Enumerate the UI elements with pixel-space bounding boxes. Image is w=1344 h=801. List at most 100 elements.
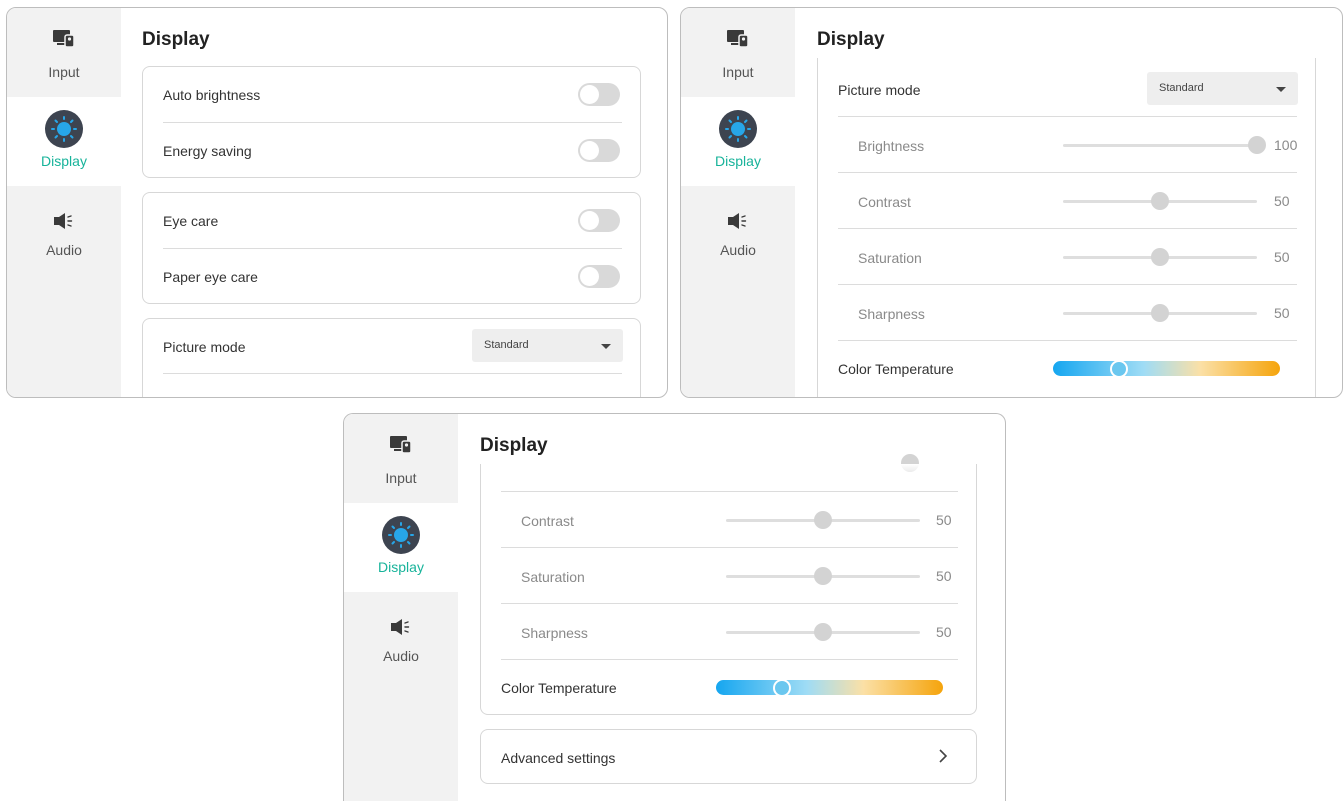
settings-panel-1: Input Display Audio Display Auto brightn… (6, 7, 668, 398)
sharpness-slider-knob[interactable] (814, 623, 832, 641)
picture-card: Picture mode Standard Brightness 100 Con… (817, 58, 1316, 397)
page-title: Display (142, 29, 210, 50)
eye-care-card: Eye care Paper eye care (142, 192, 641, 304)
saturation-value: 50 (936, 568, 952, 584)
speaker-icon (7, 213, 121, 229)
contrast-label: Contrast (858, 194, 911, 210)
saturation-label: Saturation (858, 250, 922, 266)
saturation-slider-knob[interactable] (1151, 248, 1169, 266)
advanced-settings-row[interactable]: Advanced settings (480, 729, 977, 784)
sidebar-item-audio[interactable]: Audio (681, 186, 795, 275)
brightness-slider[interactable] (1063, 144, 1257, 147)
divider (838, 172, 1297, 173)
picture-mode-value: Standard (1159, 82, 1204, 94)
contrast-value: 50 (936, 512, 952, 528)
sidebar-item-label: Audio (720, 242, 756, 258)
energy-saving-toggle[interactable] (578, 139, 620, 162)
picture-card: Contrast 50 Saturation 50 Sharpness 50 C… (480, 454, 977, 715)
display-brightness-icon (7, 110, 121, 148)
display-brightness-icon (344, 516, 458, 554)
divider (163, 122, 622, 123)
picture-mode-select[interactable]: Standard (472, 329, 623, 362)
sidebar-item-label: Display (41, 153, 87, 169)
sidebar-item-audio[interactable]: Audio (344, 592, 458, 681)
color-temperature-knob[interactable] (773, 678, 791, 697)
sharpness-label: Sharpness (521, 625, 588, 641)
brightness-slider-knob[interactable] (1248, 136, 1266, 154)
sidebar-item-label: Input (48, 64, 80, 80)
sidebar-item-display[interactable]: Display (681, 97, 795, 186)
picture-mode-select[interactable]: Standard (1147, 72, 1298, 105)
paper-eye-care-toggle[interactable] (578, 265, 620, 288)
page-title: Display (480, 435, 548, 456)
contrast-label: Contrast (521, 513, 574, 529)
advanced-settings-label: Advanced settings (501, 750, 616, 766)
picture-mode-value: Standard (484, 339, 529, 351)
picture-mode-label: Picture mode (838, 82, 921, 98)
input-source-icon (344, 434, 458, 454)
sidebar-item-label: Audio (383, 648, 419, 664)
divider (838, 116, 1297, 117)
sidebar-item-input[interactable]: Input (7, 8, 121, 97)
brightness-label: Brightness (858, 138, 925, 154)
power-card: Auto brightness Energy saving (142, 66, 641, 178)
page-title: Display (817, 29, 885, 50)
sidebar-item-display[interactable]: Display (344, 503, 458, 592)
sidebar-item-input[interactable]: Input (681, 8, 795, 97)
paper-eye-care-label: Paper eye care (163, 269, 258, 285)
color-temperature-slider[interactable] (1053, 359, 1280, 378)
auto-brightness-toggle[interactable] (578, 83, 620, 106)
sharpness-slider-knob[interactable] (1151, 304, 1169, 322)
saturation-label: Saturation (521, 569, 585, 585)
picture-card: Picture mode Standard (142, 318, 641, 397)
sidebar-item-label: Display (378, 559, 424, 575)
divider (501, 659, 958, 660)
sidebar: Input Display Audio (7, 8, 121, 397)
contrast-slider-knob[interactable] (814, 511, 832, 529)
sidebar-item-label: Audio (46, 242, 82, 258)
chevron-right-icon (938, 748, 948, 769)
sidebar-item-input[interactable]: Input (344, 414, 458, 503)
divider (501, 491, 958, 492)
divider (501, 547, 958, 548)
caret-down-icon (1276, 87, 1286, 92)
scroll-fade (481, 464, 976, 482)
saturation-slider-knob[interactable] (814, 567, 832, 585)
settings-panel-2: Input Display Audio Display Picture mode… (680, 7, 1343, 398)
energy-saving-label: Energy saving (163, 143, 252, 159)
color-temperature-label: Color Temperature (501, 680, 617, 696)
settings-panel-3: Input Display Audio Display Contrast 50 … (343, 413, 1006, 801)
display-brightness-icon (681, 110, 795, 148)
sidebar: Input Display Audio (344, 414, 458, 801)
sidebar-item-label: Input (722, 64, 754, 80)
sidebar-item-label: Input (385, 470, 417, 486)
divider (163, 248, 622, 249)
sidebar: Input Display Audio (681, 8, 795, 397)
eye-care-toggle[interactable] (578, 209, 620, 232)
color-temperature-slider[interactable] (716, 678, 943, 697)
caret-down-icon (601, 344, 611, 349)
color-temperature-label: Color Temperature (838, 361, 954, 377)
speaker-icon (344, 619, 458, 635)
divider (501, 603, 958, 604)
brightness-value: 100 (1274, 137, 1298, 153)
input-source-icon (7, 28, 121, 48)
sidebar-item-display[interactable]: Display (7, 97, 121, 186)
picture-mode-label: Picture mode (163, 339, 246, 355)
eye-care-label: Eye care (163, 213, 219, 229)
color-temperature-knob[interactable] (1110, 359, 1128, 378)
sharpness-label: Sharpness (858, 306, 925, 322)
auto-brightness-label: Auto brightness (163, 87, 261, 103)
sidebar-item-label: Display (715, 153, 761, 169)
speaker-icon (681, 213, 795, 229)
sharpness-value: 50 (936, 624, 952, 640)
divider (838, 340, 1297, 341)
sharpness-value: 50 (1274, 305, 1290, 321)
sidebar-item-audio[interactable]: Audio (7, 186, 121, 275)
divider (163, 373, 622, 374)
contrast-slider-knob[interactable] (1151, 192, 1169, 210)
input-source-icon (681, 28, 795, 48)
divider (838, 284, 1297, 285)
saturation-value: 50 (1274, 249, 1290, 265)
divider (838, 228, 1297, 229)
